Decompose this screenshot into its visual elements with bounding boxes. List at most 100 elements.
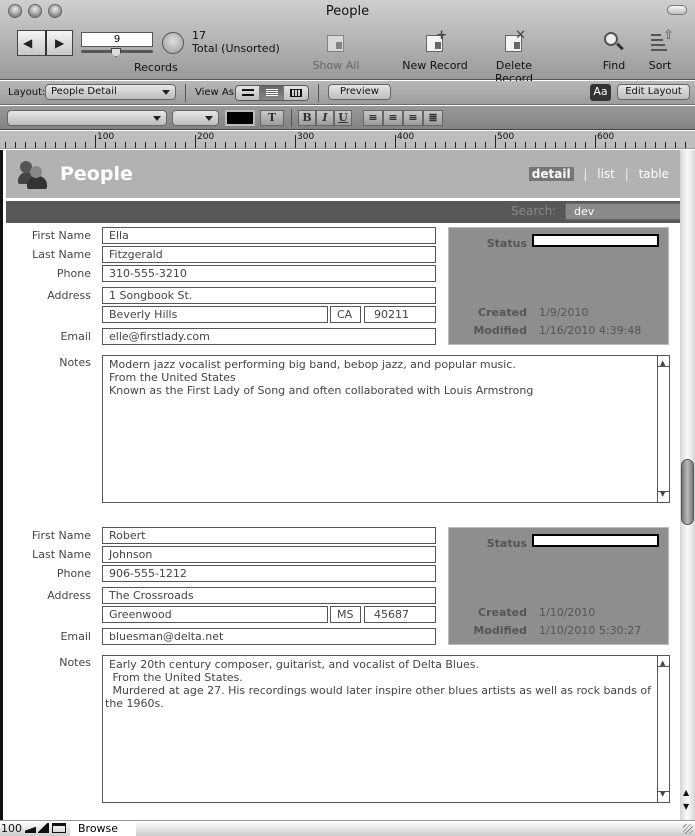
align-right-button[interactable]: ≡ (403, 110, 423, 126)
vertical-scrollbar[interactable]: ▲ ▼ (680, 150, 695, 820)
view-as-segmented[interactable] (235, 85, 309, 101)
status-field[interactable] (532, 234, 659, 247)
font-size-select[interactable] (172, 110, 219, 126)
bold-button[interactable]: B (298, 110, 316, 126)
new-record-button[interactable]: + New Record (402, 28, 468, 72)
last-name-field[interactable]: Fitzgerald (102, 246, 436, 263)
justify-icon: ≣ (428, 111, 438, 124)
zoom-out-icon[interactable] (25, 823, 36, 833)
city-field[interactable]: Beverly Hills (102, 306, 328, 323)
ruler-tick (605, 142, 606, 148)
mode-indicator[interactable]: Browse (70, 821, 136, 836)
first-name-field[interactable]: Robert (102, 527, 436, 544)
city-field[interactable]: Greenwood (102, 606, 328, 623)
align-left-icon: ≡ (368, 111, 378, 124)
preview-button[interactable]: Preview (328, 84, 391, 100)
resize-grip-icon[interactable] (683, 824, 693, 834)
ruler-tick (175, 142, 176, 148)
phone-label: Phone (56, 567, 91, 580)
scroll-down-icon[interactable]: ▼ (660, 488, 665, 501)
modified-label: Modified (473, 624, 527, 637)
record-navigator-book[interactable]: ◀ ▶ (17, 30, 73, 56)
view-as-form-button[interactable] (236, 86, 260, 100)
notes-field[interactable]: Early 20th century composer, guitarist, … (102, 655, 670, 803)
align-center-button[interactable]: ≡ (383, 110, 403, 126)
state-field[interactable]: MS (330, 606, 361, 623)
people-icon (18, 161, 50, 189)
ruler-tick (455, 142, 456, 148)
scroll-up-icon[interactable]: ▲ (660, 357, 665, 370)
search-input[interactable]: dev (565, 203, 680, 220)
zoom-in-icon[interactable] (38, 823, 49, 833)
zip-field[interactable]: 90211 (364, 306, 436, 323)
tab-table[interactable]: table (639, 167, 669, 181)
sort-button[interactable]: ⇧ Sort (646, 28, 674, 72)
state-field[interactable]: CA (330, 306, 361, 323)
phone-field[interactable]: 906-555-1212 (102, 565, 436, 582)
notes-field[interactable]: Modern jazz vocalist performing big band… (102, 355, 670, 503)
record-count: 17 Total (Unsorted) (192, 29, 280, 55)
scrollbar-thumb[interactable] (681, 459, 694, 525)
phone-field[interactable]: 310-555-3210 (102, 265, 436, 282)
scroll-up-arrow-icon[interactable]: ▲ (683, 788, 689, 797)
email-field[interactable]: bluesman@delta.net (102, 628, 436, 645)
ruler-tick (585, 142, 586, 148)
chevron-down-icon (162, 90, 170, 95)
view-as-table-button[interactable] (284, 86, 308, 100)
tab-list[interactable]: list (597, 167, 615, 181)
toolbar-toggle-button[interactable] (667, 5, 687, 15)
address-field[interactable]: The Crossroads (102, 587, 436, 604)
address-field[interactable]: 1 Songbook St. (102, 287, 436, 304)
align-left-button[interactable]: ≡ (363, 110, 383, 126)
find-button[interactable]: Find (600, 30, 628, 72)
scroll-down-arrow-icon[interactable]: ▼ (683, 802, 689, 811)
font-select[interactable] (7, 110, 167, 126)
notes-scrollbar[interactable]: ▲ ▼ (657, 656, 669, 802)
underline-button[interactable]: U (334, 110, 352, 126)
table-view-icon (290, 89, 302, 97)
notes-scrollbar[interactable]: ▲ ▼ (657, 356, 669, 502)
scroll-up-icon[interactable]: ▲ (660, 657, 665, 670)
ruler-label: 500 (497, 132, 515, 142)
previous-record-icon[interactable]: ◀ (23, 36, 32, 50)
ruler-tick (185, 142, 186, 148)
records-label: Records (134, 61, 178, 74)
layout-select[interactable]: People Detail (45, 84, 176, 100)
phone-label: Phone (56, 267, 91, 280)
address-label: Address (47, 589, 91, 602)
last-name-field[interactable]: Johnson (102, 546, 436, 563)
align-center-icon: ≡ (388, 111, 398, 124)
record-meta-panel: Status Created 1/9/2010 Modified 1/16/20… (448, 227, 669, 345)
text-style-button[interactable]: T (260, 110, 284, 126)
first-name-label: First Name (31, 529, 91, 542)
ruler-tick (645, 142, 646, 148)
view-as-list-button[interactable] (260, 86, 284, 100)
text-color-well[interactable] (225, 110, 255, 126)
show-all-button[interactable]: Show All (312, 30, 360, 72)
ruler-label: 100 (97, 132, 115, 142)
tab-detail[interactable]: detail (528, 167, 574, 181)
scroll-down-icon[interactable]: ▼ (660, 788, 665, 801)
zip-field[interactable]: 45687 (364, 606, 436, 623)
format-bar: T B I U ≡ ≡ ≡ ≣ (0, 106, 695, 130)
italic-button[interactable]: I (316, 110, 334, 126)
edit-layout-button[interactable]: Edit Layout (617, 84, 690, 100)
current-record-input[interactable]: 9 (81, 32, 153, 47)
email-field[interactable]: elle@firstlady.com (102, 328, 436, 345)
layout-bar: Layout: People Detail View As: Preview A… (0, 81, 695, 105)
record-slider-thumb[interactable] (111, 48, 121, 57)
notes-label: Notes (59, 356, 91, 369)
status-label: Status (486, 537, 527, 550)
justify-button[interactable]: ≣ (423, 110, 443, 126)
toggle-status-area-icon[interactable] (52, 823, 66, 833)
chevron-down-icon (205, 116, 213, 121)
zoom-level[interactable]: 100 (1, 822, 22, 835)
delete-record-button[interactable]: ✕ Delete Record (476, 28, 552, 85)
status-field[interactable] (532, 534, 659, 547)
ruler-tick (415, 142, 416, 148)
next-record-icon[interactable]: ▶ (55, 36, 64, 50)
ruler-tick (485, 142, 486, 148)
modified-value: 1/10/2010 5:30:27 (539, 624, 642, 637)
text-formatting-toggle[interactable]: Aa (590, 84, 611, 101)
first-name-field[interactable]: Ella (102, 227, 436, 244)
